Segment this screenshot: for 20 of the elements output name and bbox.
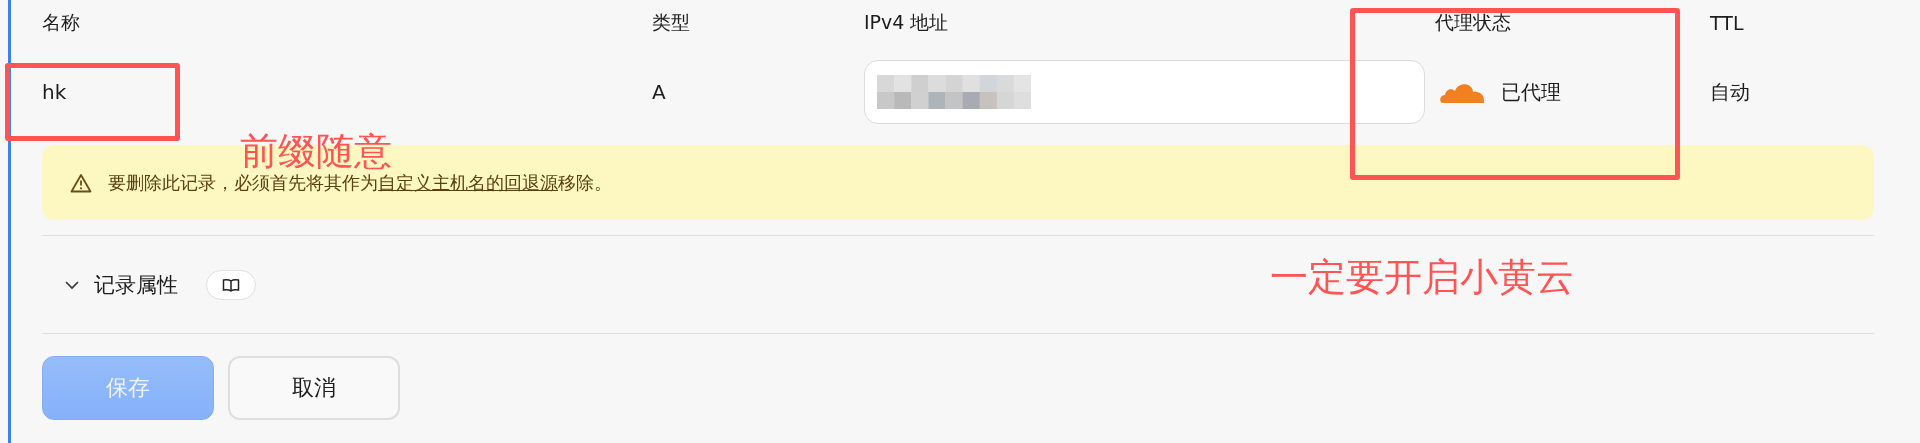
proxy-status: 已代理 [1501,78,1561,106]
record-type: A [652,80,667,104]
custom-hostname-link[interactable]: 自定义主机名的回退源 [378,171,558,193]
warning-text: 要删除此记录，必须首先将其作为自定义主机名的回退源移除。 [108,170,612,195]
ttl-value: 自动 [1710,78,1751,106]
book-icon [222,277,240,292]
warning-icon [70,172,92,193]
column-header: 类型 [652,10,691,35]
column-header: 代理状态 [1435,10,1512,35]
column-header: IPv4 地址 [864,10,950,35]
cancel-button[interactable]: 取消 [228,356,400,420]
record-name: hk [42,80,68,104]
documentation-button[interactable] [206,269,256,300]
chevron-icon[interactable] [64,278,80,291]
ipv4-field[interactable] [864,60,1425,124]
annotation-note: 前缀随意 [240,132,392,170]
section-title[interactable]: 记录属性 [94,270,178,299]
column-header: 名称 [42,10,81,35]
column-header: TTL [1710,12,1745,34]
annotation-note: 一定要开启小黄云 [1270,258,1574,296]
